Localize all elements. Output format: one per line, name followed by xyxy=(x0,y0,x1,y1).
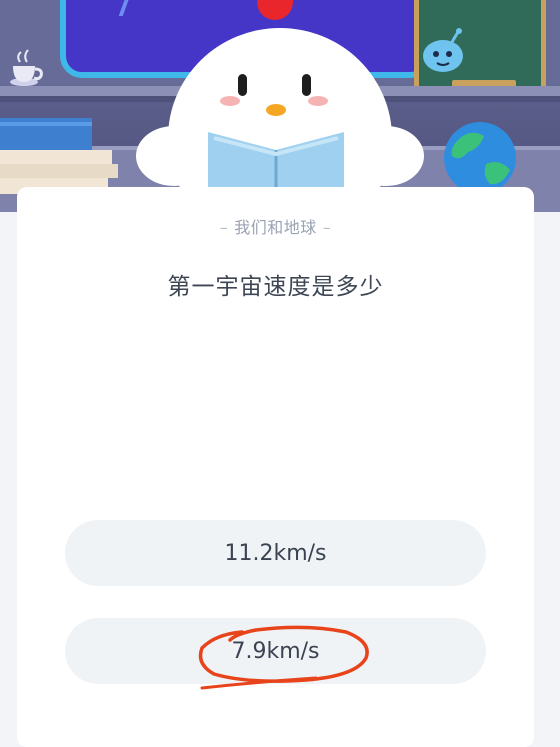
header-illustration xyxy=(0,0,560,212)
chick-mascot-icon xyxy=(136,0,424,212)
answer-option-2-label: 7.9km/s xyxy=(231,638,320,664)
question-card: – 我们和地球 – 第一宇宙速度是多少 11.2km/s 7.9km/s xyxy=(17,187,534,747)
question-text: 第一宇宙速度是多少 xyxy=(167,274,384,300)
answer-option-2[interactable]: 7.9km/s xyxy=(65,618,486,684)
answer-option-1-label: 11.2km/s xyxy=(224,540,327,566)
answer-option-1[interactable]: 11.2km/s xyxy=(65,520,486,586)
category-label: – 我们和地球 – xyxy=(219,218,332,237)
cup-icon xyxy=(10,49,43,86)
category-text: 我们和地球 xyxy=(234,218,317,237)
books-icon xyxy=(0,118,118,194)
